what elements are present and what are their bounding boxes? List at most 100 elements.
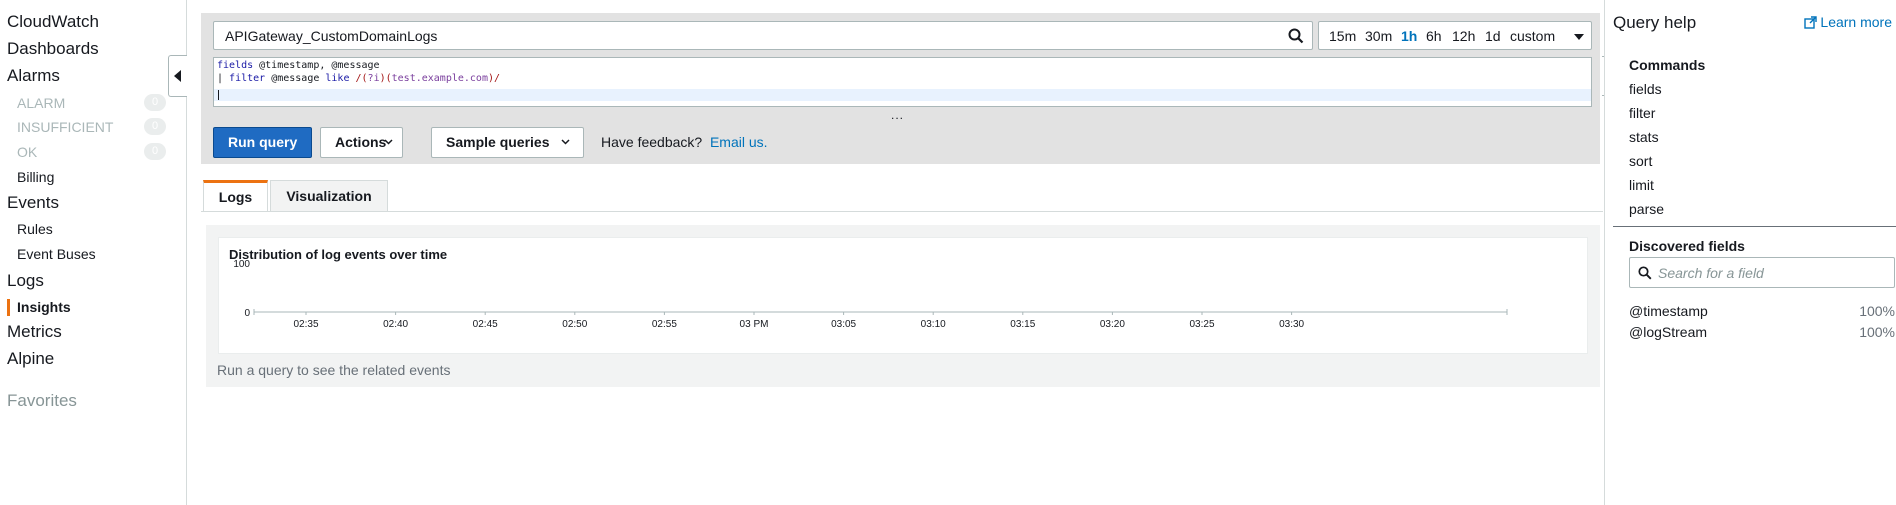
actions-button[interactable]: Actions (320, 127, 403, 158)
query-regex-part: /( (349, 73, 368, 84)
field-search-box (1629, 257, 1895, 288)
email-us-link[interactable]: Email us. (710, 134, 768, 150)
feedback-prompt: Have feedback? (601, 134, 703, 150)
text-cursor (218, 90, 219, 100)
collapse-nav-button[interactable] (168, 55, 187, 97)
histogram-card: Distribution of log events over time 100… (218, 237, 1588, 354)
nav-favorites[interactable]: Favorites (7, 391, 77, 411)
results-tabs: Logs Visualization (201, 180, 1603, 212)
command-filter[interactable]: filter (1629, 105, 1655, 121)
time-range-1h[interactable]: 1h (1401, 28, 1417, 44)
insufficient-count-badge: 0 (144, 118, 166, 135)
nav-alarms[interactable]: Alarms (7, 66, 60, 86)
custom-dropdown-caret-icon[interactable] (1574, 34, 1584, 40)
nav-logs[interactable]: Logs (7, 271, 44, 291)
nav-alarm-state-insufficient[interactable]: INSUFFICIENT (17, 119, 113, 135)
time-range-15m[interactable]: 15m (1329, 28, 1356, 44)
nav-alpine[interactable]: Alpine (7, 349, 54, 369)
y-tick-label: 100 (233, 259, 250, 270)
query-line-2: | filter @message like /(?i)(test.exampl… (217, 73, 500, 84)
nav-alarm-state-ok[interactable]: OK (17, 144, 37, 160)
field-name: @timestamp (1629, 303, 1708, 319)
x-tick-label: 02:45 (473, 319, 498, 330)
query-line-1: fields @timestamp, @message (217, 60, 380, 71)
nav-dashboards[interactable]: Dashboards (7, 39, 99, 59)
field-search-input[interactable] (1658, 263, 1888, 283)
query-keyword: filter (229, 73, 266, 84)
sample-queries-button[interactable]: Sample queries (431, 127, 584, 158)
external-link-icon (1804, 16, 1818, 29)
query-panel: APIGateway_CustomDomainLogs 15m 30m 1h 6… (201, 13, 1600, 164)
nav-cloudwatch[interactable]: CloudWatch (7, 12, 99, 32)
log-group-selector[interactable]: APIGateway_CustomDomainLogs (213, 21, 1313, 50)
search-icon[interactable] (1288, 28, 1304, 44)
query-regex-flag: ?i (367, 73, 380, 84)
actions-label: Actions (335, 134, 387, 150)
editor-resize-handle[interactable]: ... (891, 108, 904, 122)
nav-events[interactable]: Events (7, 193, 59, 213)
chevron-down-icon (384, 139, 393, 145)
empty-results-message: Run a query to see the related events (217, 362, 451, 378)
x-tick-label: 03:10 (921, 319, 946, 330)
time-range-12h[interactable]: 12h (1452, 28, 1475, 44)
nav-billing[interactable]: Billing (17, 169, 54, 185)
sample-queries-label: Sample queries (446, 134, 550, 150)
x-tick-label: 03:25 (1189, 319, 1214, 330)
time-range-1d[interactable]: 1d (1485, 28, 1501, 44)
x-tick-label: 03:20 (1100, 319, 1125, 330)
query-regex-part: )/ (487, 73, 501, 84)
field-percentage: 100% (1859, 303, 1895, 319)
nav-insights[interactable]: Insights (17, 299, 71, 315)
query-operator: like (325, 73, 350, 84)
log-group-name: APIGateway_CustomDomainLogs (225, 28, 438, 44)
query-regex-part: )( (379, 73, 392, 84)
active-line-highlight (214, 89, 1591, 101)
field-percentage: 100% (1859, 324, 1895, 340)
time-range-picker: 15m 30m 1h 6h 12h 1d custom (1318, 21, 1592, 50)
x-tick-label: 03 PM (740, 319, 769, 330)
command-sort[interactable]: sort (1629, 153, 1652, 169)
discovered-field-row[interactable]: @timestamp 100% (1629, 303, 1895, 319)
query-pipe: | (217, 73, 230, 84)
x-tick-label: 02:50 (562, 319, 587, 330)
nav-rules[interactable]: Rules (17, 221, 53, 237)
chevron-down-icon (561, 139, 570, 145)
query-regex-host: test.example.com (391, 73, 488, 84)
x-tick-label: 03:30 (1279, 319, 1304, 330)
time-range-30m[interactable]: 30m (1365, 28, 1392, 44)
tab-visualization[interactable]: Visualization (270, 180, 388, 212)
active-nav-indicator (7, 299, 10, 316)
commands-heading: Commands (1629, 57, 1706, 73)
discovered-fields-heading: Discovered fields (1629, 238, 1745, 254)
command-limit[interactable]: limit (1629, 177, 1654, 193)
search-icon (1638, 266, 1652, 280)
learn-more-link[interactable]: Learn more (1804, 14, 1892, 30)
nav-alarm-state-alarm[interactable]: ALARM (17, 95, 65, 111)
query-help-panel: Query help Learn more Commands fields fi… (1604, 0, 1896, 505)
tab-divider (201, 211, 1603, 212)
alarm-count-badge: 0 (144, 94, 166, 111)
query-keyword: fields (217, 60, 254, 71)
y-tick-label: 0 (244, 308, 250, 319)
command-fields[interactable]: fields (1629, 81, 1662, 97)
results-area: Distribution of log events over time 100… (206, 225, 1600, 387)
x-tick-label: 03:15 (1010, 319, 1035, 330)
help-title: Query help (1613, 13, 1697, 32)
x-tick-label: 03:05 (831, 319, 856, 330)
learn-more-label: Learn more (1820, 14, 1892, 30)
tab-logs[interactable]: Logs (203, 180, 268, 212)
nav-event-buses[interactable]: Event Buses (17, 246, 96, 262)
time-range-6h[interactable]: 6h (1426, 28, 1442, 44)
field-name: @logStream (1629, 324, 1708, 340)
discovered-field-row[interactable]: @logStream 100% (1629, 324, 1895, 340)
caret-left-icon (174, 70, 181, 82)
command-parse[interactable]: parse (1629, 201, 1664, 217)
run-query-button[interactable]: Run query (213, 127, 312, 158)
nav-metrics[interactable]: Metrics (7, 322, 62, 342)
query-editor[interactable]: fields @timestamp, @message | filter @me… (213, 57, 1592, 107)
command-stats[interactable]: stats (1629, 129, 1659, 145)
x-tick-label: 02:40 (383, 319, 408, 330)
time-range-custom[interactable]: custom (1510, 28, 1555, 44)
cloudwatch-logs-insights-page: CloudWatch Dashboards Alarms ALARM 0 INS… (0, 0, 1896, 505)
ok-count-badge: 0 (144, 143, 166, 160)
